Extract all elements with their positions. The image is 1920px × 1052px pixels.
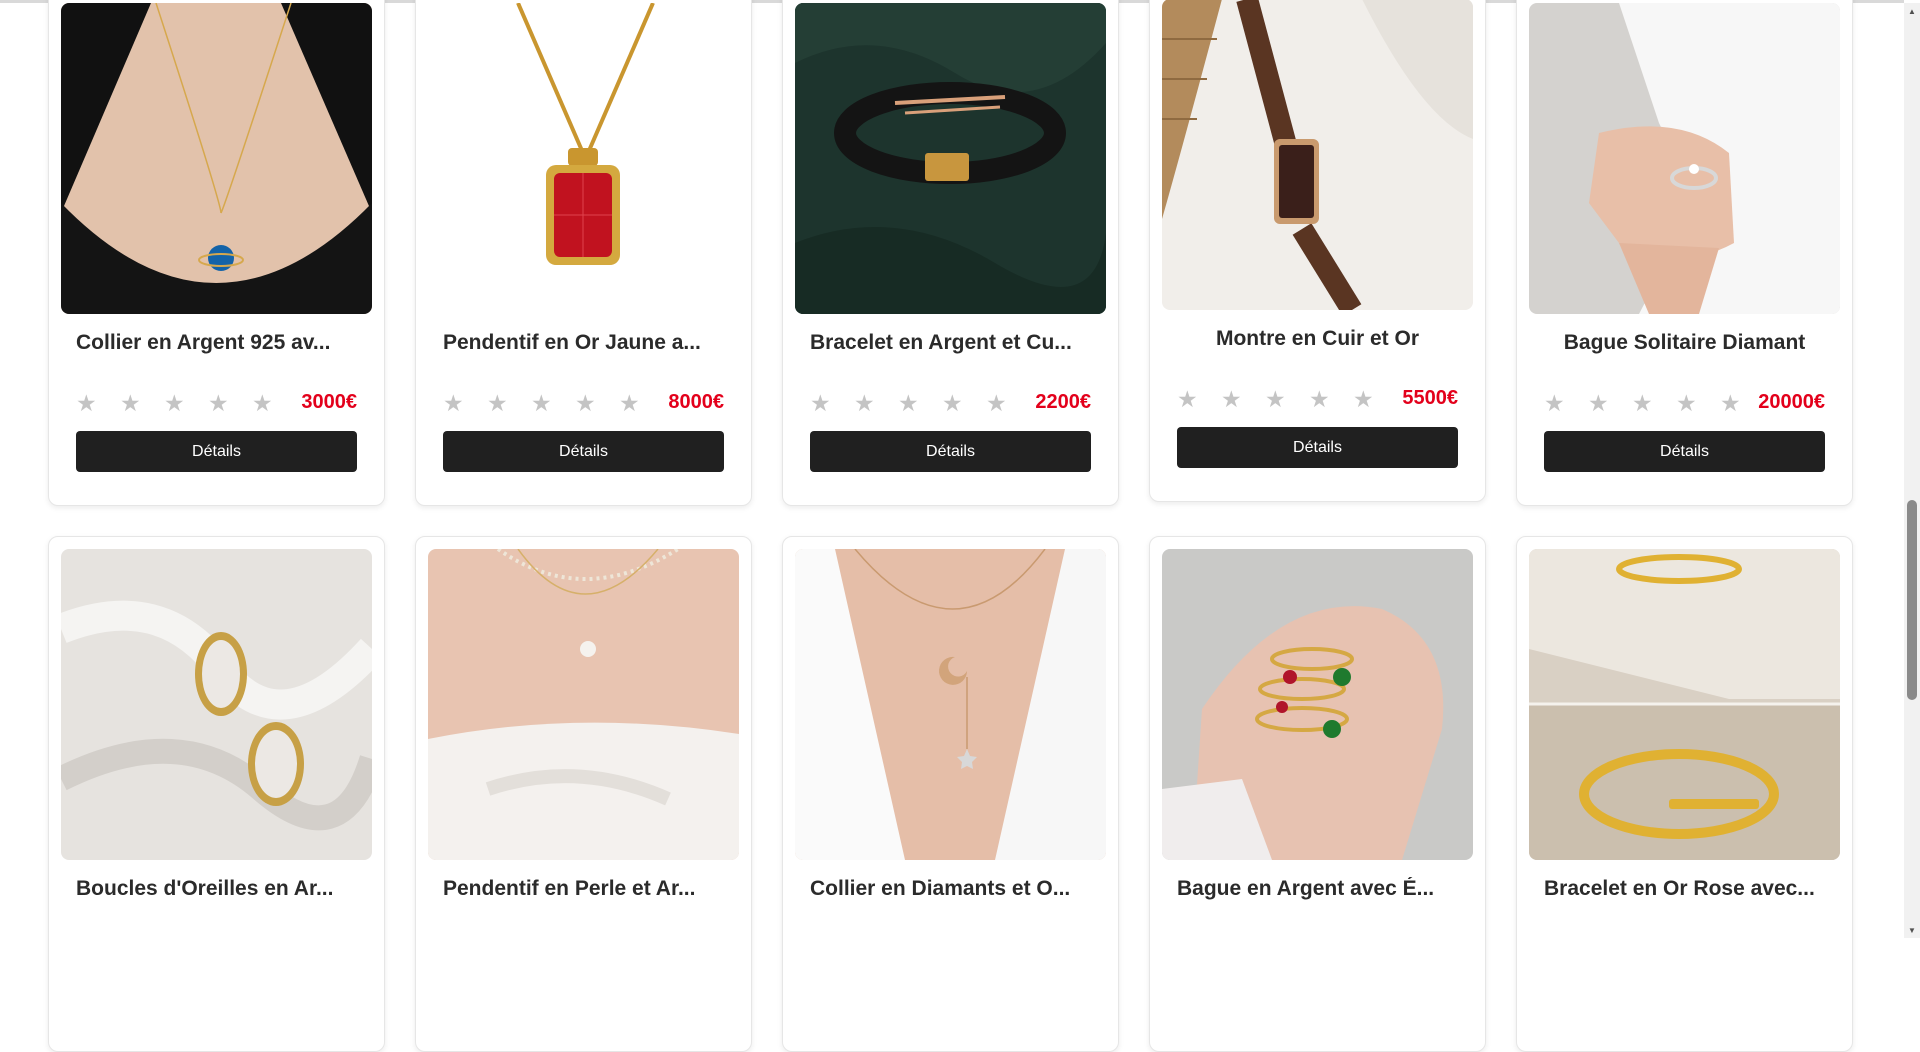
star-rating[interactable]: ★ ★ ★ ★ ★ xyxy=(1177,385,1397,413)
star-icon[interactable]: ★ xyxy=(1632,389,1676,417)
star-icon[interactable]: ★ xyxy=(252,389,296,417)
product-price: 20000€ xyxy=(1758,391,1825,413)
product-title[interactable]: Montre en Cuir et Or xyxy=(1177,327,1458,351)
product-title[interactable]: Bracelet en Argent et Cu... xyxy=(810,331,1091,355)
star-icon[interactable]: ★ xyxy=(986,389,1030,417)
details-button[interactable]: Détails xyxy=(1544,431,1825,472)
product-card: Bague Solitaire Diamant ★ ★ ★ ★ ★ 20000€… xyxy=(1516,0,1853,506)
product-image[interactable] xyxy=(1529,3,1840,314)
product-price: 5500€ xyxy=(1402,387,1458,409)
star-rating[interactable]: ★ ★ ★ ★ ★ xyxy=(1544,389,1764,417)
star-rating[interactable]: ★ ★ ★ ★ ★ xyxy=(810,389,1030,417)
star-icon[interactable]: ★ xyxy=(575,389,619,417)
vertical-scrollbar[interactable]: ▲ ▼ xyxy=(1904,3,1920,938)
star-icon[interactable]: ★ xyxy=(810,389,854,417)
product-image[interactable] xyxy=(428,549,739,860)
star-icon[interactable]: ★ xyxy=(1588,389,1632,417)
product-title[interactable]: Bracelet en Or Rose avec... xyxy=(1544,877,1825,901)
product-price: 3000€ xyxy=(301,391,357,413)
product-image[interactable] xyxy=(795,3,1106,314)
star-icon[interactable]: ★ xyxy=(1309,385,1353,413)
product-image[interactable] xyxy=(1162,0,1473,310)
product-card: Montre en Cuir et Or ★ ★ ★ ★ ★ 5500€ Dét… xyxy=(1149,0,1486,502)
product-image[interactable] xyxy=(1529,549,1840,860)
star-icon[interactable]: ★ xyxy=(1177,385,1221,413)
star-rating[interactable]: ★ ★ ★ ★ ★ xyxy=(76,389,296,417)
star-icon[interactable]: ★ xyxy=(1676,389,1720,417)
star-icon[interactable]: ★ xyxy=(208,389,252,417)
product-image[interactable] xyxy=(61,3,372,314)
product-card: Bracelet en Argent et Cu... ★ ★ ★ ★ ★ 22… xyxy=(782,0,1119,506)
product-image[interactable] xyxy=(1162,549,1473,860)
product-card: Collier en Diamants et O... xyxy=(782,536,1119,1052)
star-icon[interactable]: ★ xyxy=(898,389,942,417)
star-icon[interactable]: ★ xyxy=(531,389,575,417)
star-icon[interactable]: ★ xyxy=(443,389,487,417)
star-icon[interactable]: ★ xyxy=(854,389,898,417)
star-icon[interactable]: ★ xyxy=(164,389,208,417)
product-title[interactable]: Collier en Argent 925 av... xyxy=(76,331,357,355)
star-icon[interactable]: ★ xyxy=(76,389,120,417)
details-button[interactable]: Détails xyxy=(76,431,357,472)
product-title[interactable]: Bague Solitaire Diamant xyxy=(1544,331,1825,355)
details-button[interactable]: Détails xyxy=(1177,427,1458,468)
product-title[interactable]: Bague en Argent avec É... xyxy=(1177,877,1458,901)
product-title[interactable]: Pendentif en Or Jaune a... xyxy=(443,331,724,355)
star-icon[interactable]: ★ xyxy=(942,389,986,417)
product-card: Pendentif en Perle et Ar... xyxy=(415,536,752,1052)
star-icon[interactable]: ★ xyxy=(1544,389,1588,417)
product-grid: Collier en Argent 925 av... ★ ★ ★ ★ ★ 30… xyxy=(48,0,1853,1052)
product-title[interactable]: Pendentif en Perle et Ar... xyxy=(443,877,724,901)
scrollbar-thumb[interactable] xyxy=(1907,500,1917,700)
product-card: Boucles d'Oreilles en Ar... xyxy=(48,536,385,1052)
product-card: Bague en Argent avec É... xyxy=(1149,536,1486,1052)
product-title[interactable]: Collier en Diamants et O... xyxy=(810,877,1091,901)
star-icon[interactable]: ★ xyxy=(1265,385,1309,413)
star-icon[interactable]: ★ xyxy=(487,389,531,417)
product-card: Bracelet en Or Rose avec... xyxy=(1516,536,1853,1052)
star-icon[interactable]: ★ xyxy=(1221,385,1265,413)
product-price: 2200€ xyxy=(1035,391,1091,413)
scroll-down-arrow-icon[interactable]: ▼ xyxy=(1904,922,1920,938)
product-card: Collier en Argent 925 av... ★ ★ ★ ★ ★ 30… xyxy=(48,0,385,506)
scroll-up-arrow-icon[interactable]: ▲ xyxy=(1904,3,1920,19)
product-image[interactable] xyxy=(428,3,739,314)
product-title[interactable]: Boucles d'Oreilles en Ar... xyxy=(76,877,357,901)
product-card: Pendentif en Or Jaune a... ★ ★ ★ ★ ★ 800… xyxy=(415,0,752,506)
product-image[interactable] xyxy=(61,549,372,860)
star-rating[interactable]: ★ ★ ★ ★ ★ xyxy=(443,389,663,417)
details-button[interactable]: Détails xyxy=(810,431,1091,472)
product-image[interactable] xyxy=(795,549,1106,860)
star-icon[interactable]: ★ xyxy=(1353,385,1397,413)
details-button[interactable]: Détails xyxy=(443,431,724,472)
star-icon[interactable]: ★ xyxy=(120,389,164,417)
star-icon[interactable]: ★ xyxy=(619,389,663,417)
product-price: 8000€ xyxy=(668,391,724,413)
